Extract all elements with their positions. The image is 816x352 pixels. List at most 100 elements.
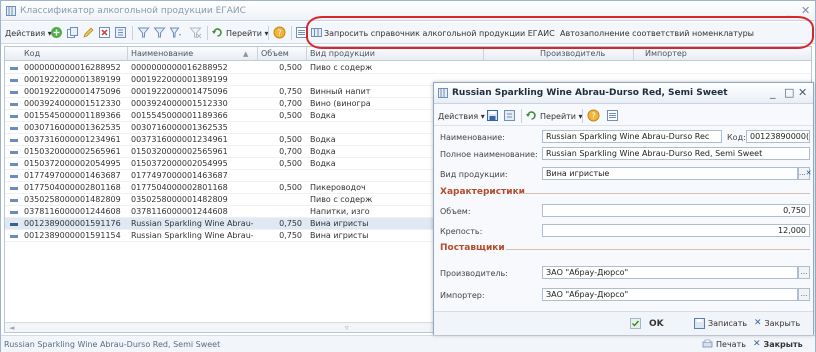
name-field[interactable]: Russian Sparkling Wine Abrau-Durso Rec	[542, 130, 722, 143]
strength-field[interactable]: 12,000	[542, 224, 810, 237]
cell-name: 0001922000001475096	[131, 87, 228, 96]
cell-kind: Вина игристы	[310, 219, 369, 228]
kind-field[interactable]: Вина игристые	[542, 167, 798, 180]
print-button[interactable]: Печать	[702, 339, 746, 349]
help-icon[interactable]: ?	[273, 26, 286, 39]
sort-asc-icon: ▲	[243, 50, 249, 58]
importer-field[interactable]: ЗАО "Абрау-Дюрсо"	[542, 288, 798, 301]
dialog-actions-menu[interactable]: Действия ▾	[438, 109, 485, 123]
kind-select-button[interactable]: ...✕	[798, 167, 812, 180]
edit-icon[interactable]	[82, 26, 95, 39]
volume-label: Объем:	[440, 207, 471, 216]
cell-code: 0030716000001362535	[24, 123, 121, 132]
filter-history-icon[interactable]	[169, 26, 182, 39]
filter-list-icon[interactable]	[153, 26, 166, 39]
filter-icon[interactable]	[137, 26, 150, 39]
actions-menu[interactable]: Действия ▾	[5, 26, 52, 40]
dialog-close-button[interactable]: ✕	[798, 86, 807, 99]
save-button[interactable]: Записать	[694, 318, 747, 329]
column-header-producer[interactable]: Производитель	[540, 49, 605, 58]
row-item-icon	[10, 223, 18, 226]
cell-kind: Водка	[310, 111, 336, 120]
column-header-volume[interactable]: Объем	[261, 49, 289, 58]
help-icon[interactable]: ?	[587, 109, 600, 122]
close-list-button[interactable]: ✕ Закрыть	[753, 339, 803, 349]
column-divider	[257, 47, 258, 61]
cell-name: 0150320000002565961	[131, 147, 228, 156]
goto-icon[interactable]	[211, 26, 224, 39]
copy-icon[interactable]	[66, 26, 79, 39]
column-header-kind[interactable]: Вид продукции	[310, 49, 375, 58]
cell-name: 0177504000002801168	[131, 183, 228, 192]
table-row[interactable]: 0000000000016288952 0000000000016288952 0,…	[5, 62, 811, 74]
fullname-field[interactable]: Russian Sparkling Wine Abrau-Durso Red, …	[542, 147, 810, 160]
cell-kind: Пиво с содерж	[310, 195, 373, 204]
cell-name: 0378116000001244608	[131, 207, 228, 216]
close-label: Закрыть	[763, 339, 803, 349]
ok-button[interactable]: OK	[630, 318, 664, 329]
clear-filter-icon[interactable]	[189, 26, 202, 39]
cell-volume: 0,750	[279, 219, 302, 228]
column-divider	[633, 47, 634, 61]
dialog-titlebar: Russian Sparkling Wine Abrau-Durso Red, …	[434, 83, 813, 104]
scroll-left-icon[interactable]: ◄	[9, 324, 14, 332]
producer-field[interactable]: ЗАО "Абрау-Дюрсо"	[542, 266, 798, 279]
close-window-button[interactable]: ✕	[801, 4, 810, 17]
toolbar-separator	[291, 26, 292, 40]
column-header-importer[interactable]: Импортер	[645, 49, 687, 58]
cell-code: 0177504000002801168	[24, 183, 121, 192]
suppliers-section-title: Поставщики	[440, 243, 505, 253]
cell-code: 0350258000001482809	[24, 195, 121, 204]
dialog-goto-menu[interactable]: Перейти ▾	[540, 109, 583, 123]
ok-check-icon	[630, 318, 641, 329]
row-item-icon	[10, 91, 18, 94]
code-field[interactable]: 00123890000(	[746, 130, 810, 143]
column-header-code[interactable]: Код	[24, 49, 40, 58]
cell-code: 0150320000002565961	[24, 147, 121, 156]
cell-kind: Вина игристы	[310, 231, 369, 240]
toolbar-separator	[132, 26, 133, 40]
producer-select-button[interactable]: ...	[798, 266, 810, 279]
cell-volume: 0,750	[279, 231, 302, 240]
section-divider	[520, 193, 810, 194]
cell-code: 0037316000001234961	[24, 135, 121, 144]
toolbar-separator	[207, 26, 208, 40]
dialog-close-text-button[interactable]: ✕ Закрыть	[754, 318, 800, 328]
toolbar-separator	[268, 26, 269, 40]
importer-label: Импортер:	[440, 291, 485, 300]
save-close-icon[interactable]	[486, 109, 499, 122]
cell-code: 0001922000001475096	[24, 87, 121, 96]
save-icon[interactable]	[503, 109, 516, 122]
column-header-name[interactable]: Наименование	[131, 49, 193, 58]
form-settings-icon[interactable]	[606, 109, 619, 122]
dialog-maximize-button[interactable]: □	[784, 86, 794, 99]
delete-mark-icon[interactable]	[98, 26, 111, 39]
dialog-minimize-button[interactable]: _	[770, 86, 776, 99]
row-item-icon	[10, 139, 18, 142]
importer-select-button[interactable]: ...	[798, 288, 810, 301]
cell-kind: Пикероводоч	[310, 183, 366, 192]
cell-code: 0012389000001591154	[24, 231, 121, 240]
table-header: Код Наименование ▲ Объем Вид продукции П…	[5, 47, 811, 61]
section-divider	[506, 249, 810, 250]
column-divider	[483, 47, 484, 61]
name-label: Наименование:	[440, 133, 505, 142]
row-item-icon	[10, 199, 18, 202]
cell-volume: 0,700	[279, 147, 302, 156]
tree-icon[interactable]	[114, 26, 127, 39]
cell-name: 0150372000002054995	[131, 159, 228, 168]
scroll-thumb-icon[interactable]: ▿	[345, 324, 349, 332]
cell-kind: Водка	[310, 135, 336, 144]
dialog-title: Russian Sparkling Wine Abrau-Durso Red, …	[452, 88, 728, 98]
cell-kind: Пиво с содерж	[310, 63, 373, 72]
goto-menu[interactable]: Перейти ▾	[226, 26, 269, 40]
volume-field[interactable]: 0,750	[542, 204, 810, 217]
catalog-icon	[438, 88, 448, 98]
cell-name: 0030716000001362535	[131, 123, 228, 132]
ellipsis-icon: ...	[800, 290, 808, 298]
column-divider	[127, 47, 128, 61]
cell-code: 0150372000002054995	[24, 159, 121, 168]
goto-icon[interactable]	[525, 109, 538, 122]
add-icon[interactable]	[50, 26, 63, 39]
cell-name: 0350258000001482809	[131, 195, 228, 204]
